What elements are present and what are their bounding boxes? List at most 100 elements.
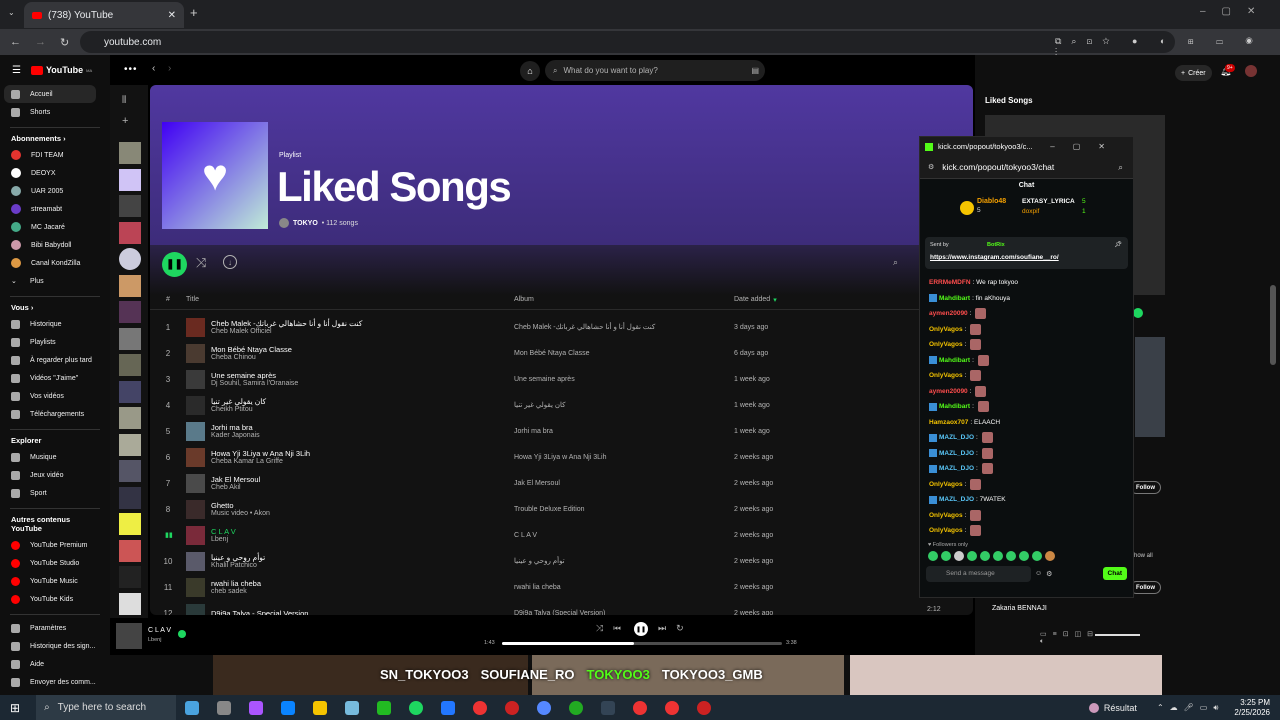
chat-message[interactable]: MAZL_DJO: 7WATEK <box>920 492 1133 508</box>
sidebar-item-sub[interactable]: MC Jacaré <box>0 218 110 236</box>
track-title[interactable]: Howa Yji 3Liya w Ana Nji 3Lih <box>211 449 514 458</box>
tab-list-icon[interactable]: ⌄ <box>8 8 20 20</box>
library-item[interactable] <box>119 354 141 376</box>
library-item[interactable] <box>119 274 141 297</box>
sidebar-item-more[interactable]: ⌄ Plus <box>0 272 110 290</box>
table-row[interactable]: 10 توأم روحي و عينيا Khalil Patchico توأم ر… <box>150 548 973 574</box>
track-title[interactable]: كان يقولي غير تنيا <box>211 397 514 406</box>
menu-icon[interactable]: ☰ <box>12 65 21 76</box>
sidebar-item-kids[interactable]: YouTube Kids <box>0 590 110 608</box>
table-row[interactable]: 1 Cheb Malek -كنت نقول أنا و أنا حشاهالي … <box>150 314 973 340</box>
library-item[interactable] <box>119 327 141 350</box>
library-item[interactable] <box>119 248 141 270</box>
track-album[interactable]: Mon Bébé Ntaya Classe <box>514 350 734 357</box>
sidebar-item-premium[interactable]: YouTube Premium <box>0 536 110 554</box>
library-item[interactable] <box>119 195 141 217</box>
stream-thumbnail[interactable] <box>850 655 1162 695</box>
track-artist[interactable]: Cheb Malek Officiel <box>211 328 514 335</box>
chat-message[interactable]: MAZL_DJO: <box>920 461 1133 477</box>
chrome-icon[interactable] <box>665 700 680 715</box>
chat-username[interactable]: ERRMeMDFN <box>929 279 971 286</box>
chat-username[interactable]: aymen20090 <box>929 310 968 317</box>
chat-message[interactable]: OnlyVagos: <box>920 368 1133 384</box>
search-icon[interactable]: ⌕ <box>1118 162 1123 173</box>
now-playing-title[interactable]: C L A V <box>148 627 171 634</box>
sidebar-item-playlists[interactable]: Playlists <box>0 333 110 351</box>
track-album[interactable]: توأم روحي و عينيا <box>514 557 734 565</box>
chat-message[interactable]: Mahdibart: <box>920 353 1133 369</box>
folder-icon[interactable] <box>313 700 328 715</box>
table-row[interactable]: 3 Une semaine après Dj Souhil, Samira l'Or… <box>150 366 973 392</box>
spotify-icon[interactable] <box>409 700 424 715</box>
reload-icon[interactable]: ↻ <box>60 36 69 49</box>
new-tab-button[interactable]: + <box>190 5 198 20</box>
table-row[interactable]: 12 D9i9a Talya - Special Version D9i9a Tal… <box>150 600 973 615</box>
library-item[interactable] <box>119 142 141 164</box>
chat-message[interactable]: ERRMeMDFN: We rap tokyoo <box>920 275 1133 291</box>
table-row[interactable]: 2 Mon Bébé Ntaya Classe Cheba Chinou Mon Bé… <box>150 340 973 366</box>
download-icon[interactable]: ↓ <box>223 255 237 269</box>
sort-date-header[interactable]: Date added <box>734 296 770 303</box>
library-item[interactable] <box>119 513 141 535</box>
follow-button[interactable]: Follow <box>1130 581 1161 594</box>
table-row[interactable]: 6 Howa Yji 3Liya w Ana Nji 3Lih Cheba Kama… <box>150 444 973 470</box>
app-icon[interactable] <box>697 700 712 715</box>
repeat-icon[interactable]: ↻ <box>676 623 694 633</box>
settings-icon[interactable]: ⚙ <box>1046 570 1052 578</box>
chat-username[interactable]: OnlyVagos <box>929 341 963 348</box>
chat-message[interactable]: OnlyVagos: <box>920 477 1133 493</box>
chat-message[interactable]: OnlyVagos: <box>920 322 1133 338</box>
track-album[interactable]: rwahi lia cheba <box>514 584 734 591</box>
library-item[interactable] <box>119 301 141 323</box>
more-icon[interactable]: ••• <box>124 64 138 75</box>
emoji-icon[interactable]: ☺ <box>1035 570 1042 577</box>
table-row[interactable]: 7 Jak El Mersoul Cheb Akil Jak El Mersoul 2 … <box>150 470 973 496</box>
table-row[interactable]: ▮▮ C L A V Lbenj C L A V2 weeks ago <box>150 522 973 548</box>
sidebar-item-settings[interactable]: Paramètres <box>0 619 110 637</box>
library-icon[interactable]: ⫴ <box>122 95 126 106</box>
track-album[interactable]: D9i9a Talya (Special Version) <box>514 610 734 616</box>
sidebar-item-feedback[interactable]: Envoyer des comm... <box>0 673 110 691</box>
library-item[interactable] <box>119 168 141 191</box>
track-title[interactable]: Jorhi ma bra <box>211 423 514 432</box>
follow-button[interactable]: Follow <box>1130 481 1161 494</box>
now-playing-cover[interactable] <box>116 623 142 649</box>
shuffle-icon[interactable]: ⤨ <box>596 623 613 633</box>
library-item[interactable] <box>119 221 141 244</box>
chat-message[interactable]: OnlyVagos: <box>920 337 1133 353</box>
library-item[interactable] <box>119 460 141 482</box>
sidebar-item-yt-music[interactable]: YouTube Music <box>0 572 110 590</box>
search-icon[interactable]: ⌕ <box>893 257 898 268</box>
track-title[interactable]: Une semaine après <box>211 371 514 380</box>
chat-message[interactable]: Mahdibart: <box>920 399 1133 415</box>
back-icon[interactable]: ‹ <box>152 63 155 74</box>
chat-message[interactable]: Hamzaox707: ELAACH <box>920 415 1133 431</box>
pinned-link[interactable]: https://www.instagram.com/soufiane__ro/ <box>930 254 1059 261</box>
sidebar-item-history[interactable]: Historique <box>0 315 110 333</box>
chat-message[interactable]: aymen20090: <box>920 306 1133 322</box>
chat-username[interactable]: OnlyVagos <box>929 372 963 379</box>
thumbnail[interactable] <box>1135 337 1165 437</box>
chat-message[interactable]: MAZL_DJO: <box>920 446 1133 462</box>
browse-icon[interactable]: ▤ <box>751 66 759 75</box>
track-title[interactable]: Jak El Mersoul <box>211 475 514 484</box>
app-icon[interactable] <box>185 700 200 715</box>
track-album[interactable]: Une semaine après <box>514 376 734 383</box>
track-title[interactable]: Mon Bébé Ntaya Classe <box>211 345 514 354</box>
track-album[interactable]: Howa Yji 3Liya w Ana Nji 3Lih <box>514 454 734 461</box>
chat-username[interactable]: MAZL_DJO <box>939 496 974 503</box>
track-album[interactable]: كان يقولي غير تنيا <box>514 401 734 409</box>
browser-tab[interactable]: (738) YouTube ✕ <box>24 2 184 28</box>
chat-username[interactable]: OnlyVagos <box>929 326 963 333</box>
chat-message[interactable]: MAZL_DJO: <box>920 430 1133 446</box>
chat-username[interactable]: Hamzaox707 <box>929 419 968 426</box>
library-item[interactable] <box>119 539 141 562</box>
extra-controls[interactable]: ▭≡⊡◫⊟🔈︎ <box>1040 630 1099 646</box>
avatar[interactable] <box>1245 65 1257 77</box>
track-album[interactable]: C L A V <box>514 532 734 539</box>
sidebar-item-watch-later[interactable]: À regarder plus tard <box>0 351 110 369</box>
system-tray[interactable]: ⌃☁🎤︎▭🔊︎ <box>1157 703 1224 713</box>
app-icon[interactable] <box>569 700 584 715</box>
weather-widget[interactable]: Résultat <box>1088 702 1137 713</box>
add-icon[interactable]: + <box>122 115 128 127</box>
